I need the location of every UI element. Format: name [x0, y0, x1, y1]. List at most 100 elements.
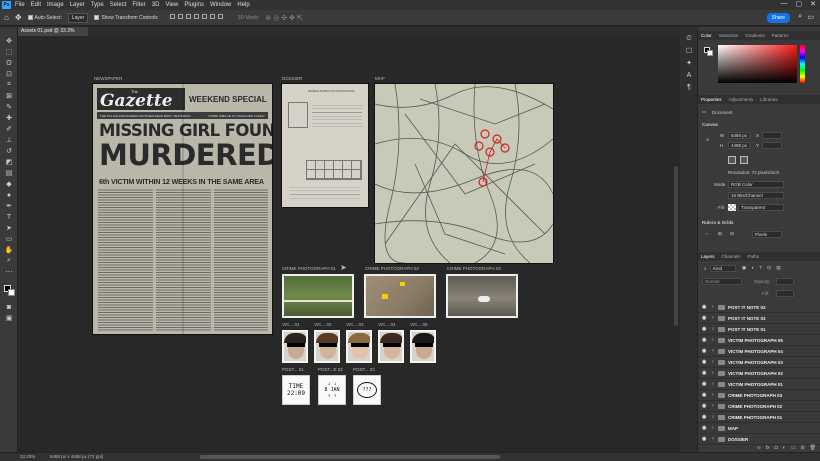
post-it-note-03[interactable]: ???: [353, 375, 381, 405]
tab-layers[interactable]: Layers: [701, 254, 715, 259]
align-center-icon[interactable]: [177, 14, 183, 19]
menu-layer[interactable]: Layer: [70, 2, 85, 8]
eye-icon[interactable]: ◉: [702, 403, 710, 409]
victim-photograph-01[interactable]: [282, 330, 308, 363]
tab-libraries[interactable]: Libraries: [760, 97, 777, 102]
artboard-label-victim-1[interactable]: VIC... 01: [282, 322, 300, 327]
height-field[interactable]: 4488 px: [728, 142, 750, 149]
eye-icon[interactable]: ◉: [702, 370, 710, 376]
gradient-tool-icon[interactable]: ▤: [4, 169, 14, 177]
layer-row[interactable]: ◉ › VICTIM PHOTOGRAPH 03: [698, 357, 820, 368]
filter-kind-dropdown[interactable]: Kind: [710, 265, 736, 272]
shape-tool-icon[interactable]: ▭: [4, 235, 14, 243]
artboard-label-crime-2[interactable]: CRIME PHOTOGRAPH 02: [365, 266, 419, 271]
maximize-icon[interactable]: ▢: [796, 0, 803, 10]
path-select-icon[interactable]: ➤: [4, 224, 14, 232]
paragraph-icon[interactable]: ¶: [684, 83, 694, 91]
victim-photograph-03[interactable]: [346, 330, 372, 363]
type-tool-icon[interactable]: T: [4, 213, 14, 221]
x-field[interactable]: [762, 132, 782, 139]
orientation-portrait-icon[interactable]: [728, 156, 736, 164]
eye-icon[interactable]: ◉: [702, 381, 710, 387]
artboard-label-post-2[interactable]: POST...E 02: [318, 367, 343, 372]
menu-edit[interactable]: Edit: [31, 2, 41, 8]
learn-icon[interactable]: ✦: [684, 59, 694, 67]
menu-image[interactable]: Image: [47, 2, 64, 8]
auto-select-checkbox[interactable]: Auto-Select:: [27, 15, 62, 21]
pen-tool-icon[interactable]: ✒: [4, 202, 14, 210]
brush-tool-icon[interactable]: ✐: [4, 125, 14, 133]
eraser-icon[interactable]: ◩: [4, 158, 14, 166]
fill-dropdown[interactable]: Transparent: [738, 204, 784, 211]
ruler-icon[interactable]: ⌐: [706, 231, 709, 236]
hue-slider[interactable]: [800, 45, 805, 83]
menu-filter[interactable]: Filter: [132, 2, 145, 8]
adjustment-icon[interactable]: ◐: [783, 445, 786, 452]
post-it-note-02[interactable]: ↓ ↓ 8 JAN ↑ ↑: [318, 375, 346, 405]
layer-row[interactable]: ◉ › CRIME PHOTOGRAPH 01: [698, 412, 820, 423]
new-group-icon[interactable]: ▭: [791, 445, 796, 452]
healing-brush-icon[interactable]: ✚: [4, 114, 14, 122]
eye-icon[interactable]: ◉: [702, 348, 710, 354]
map-artboard[interactable]: [375, 84, 553, 263]
distribute-icon[interactable]: [217, 14, 223, 19]
background-color-swatch[interactable]: [8, 289, 15, 296]
layer-row[interactable]: ◉ › VICTIM PHOTOGRAPH 05: [698, 335, 820, 346]
eye-icon[interactable]: ◉: [702, 414, 710, 420]
layer-row[interactable]: ◉ › CRIME PHOTOGRAPH 03: [698, 390, 820, 401]
align-left-icon[interactable]: [169, 14, 175, 19]
dodge-tool-icon[interactable]: ●: [4, 191, 14, 199]
clone-stamp-icon[interactable]: ⊥: [4, 136, 14, 144]
eye-icon[interactable]: ◉: [702, 326, 710, 332]
eye-icon[interactable]: ◉: [702, 337, 710, 343]
canvas-area[interactable]: NEWSPAPER DOSSIER MAP The Gazette WEEKEN…: [18, 36, 680, 452]
artboard-label-victim-5[interactable]: VIC... 05: [410, 322, 428, 327]
filter-search-icon[interactable]: ⌕: [704, 266, 707, 271]
y-field[interactable]: [762, 142, 782, 149]
new-layer-icon[interactable]: ⊞: [800, 445, 804, 452]
grid-icon[interactable]: ⊞: [718, 231, 722, 237]
fx-icon[interactable]: fx: [766, 445, 770, 452]
auto-select-dropdown[interactable]: Layer: [67, 12, 89, 23]
more-tools-icon[interactable]: ⋯: [4, 268, 14, 276]
share-button[interactable]: Share: [766, 13, 790, 23]
artboard-tool-icon[interactable]: ⬚: [4, 48, 14, 56]
lasso-tool-icon[interactable]: ʘ: [4, 59, 14, 67]
blur-tool-icon[interactable]: ◆: [4, 180, 14, 188]
menu-file[interactable]: File: [15, 2, 25, 8]
mode-dropdown[interactable]: RGB Color: [728, 181, 784, 188]
orientation-landscape-icon[interactable]: [740, 156, 748, 164]
artboard-label-victim-3[interactable]: VIC... 03: [346, 322, 364, 327]
layer-row[interactable]: ◉ › POST IT NOTE 02: [698, 302, 820, 313]
blend-mode-dropdown[interactable]: Normal: [702, 278, 742, 285]
victim-photograph-05[interactable]: [410, 330, 436, 363]
artboard-label-victim-4[interactable]: VIC... 04: [378, 322, 396, 327]
artboard-label-crime-3[interactable]: CRIME PHOTOGRAPH 03: [447, 266, 501, 271]
align-right-icon[interactable]: [185, 14, 191, 19]
fill-opacity-field[interactable]: [776, 290, 794, 297]
search-icon[interactable]: ⌕: [798, 13, 802, 21]
close-icon[interactable]: ✕: [810, 0, 816, 10]
tab-color[interactable]: Color: [701, 33, 712, 38]
document-info[interactable]: 6466 px x 4488 px (72 ppi): [50, 454, 103, 459]
history-brush-icon[interactable]: ↺: [4, 147, 14, 155]
units-dropdown[interactable]: Pixels: [752, 231, 782, 238]
align-bottom-icon[interactable]: [209, 14, 215, 19]
menu-type[interactable]: Type: [91, 2, 104, 8]
layer-row[interactable]: ◉ › CRIME PHOTOGRAPH 02: [698, 401, 820, 412]
victim-photograph-04[interactable]: [378, 330, 404, 363]
layer-row[interactable]: ◉ › POST IT NOTE 03: [698, 313, 820, 324]
zoom-tool-icon[interactable]: ⌕: [4, 257, 14, 265]
artboard-label-newspaper[interactable]: NEWSPAPER: [94, 76, 122, 81]
menu-view[interactable]: View: [165, 2, 178, 8]
menu-help[interactable]: Help: [237, 2, 249, 8]
move-tool-icon[interactable]: ✥: [4, 37, 14, 45]
artboard-label-victim-2[interactable]: VIC... 02: [314, 322, 332, 327]
menu-plugins[interactable]: Plugins: [184, 2, 204, 8]
eye-icon[interactable]: ◉: [702, 359, 710, 365]
layer-row[interactable]: ◉ › VICTIM PHOTOGRAPH 02: [698, 368, 820, 379]
menu-3d[interactable]: 3D: [152, 2, 160, 8]
opacity-field[interactable]: [776, 278, 794, 285]
newspaper-artboard[interactable]: The Gazette WEEKEND SPECIAL THE POLICE D…: [93, 84, 272, 334]
tab-patterns[interactable]: Patterns: [772, 33, 789, 38]
